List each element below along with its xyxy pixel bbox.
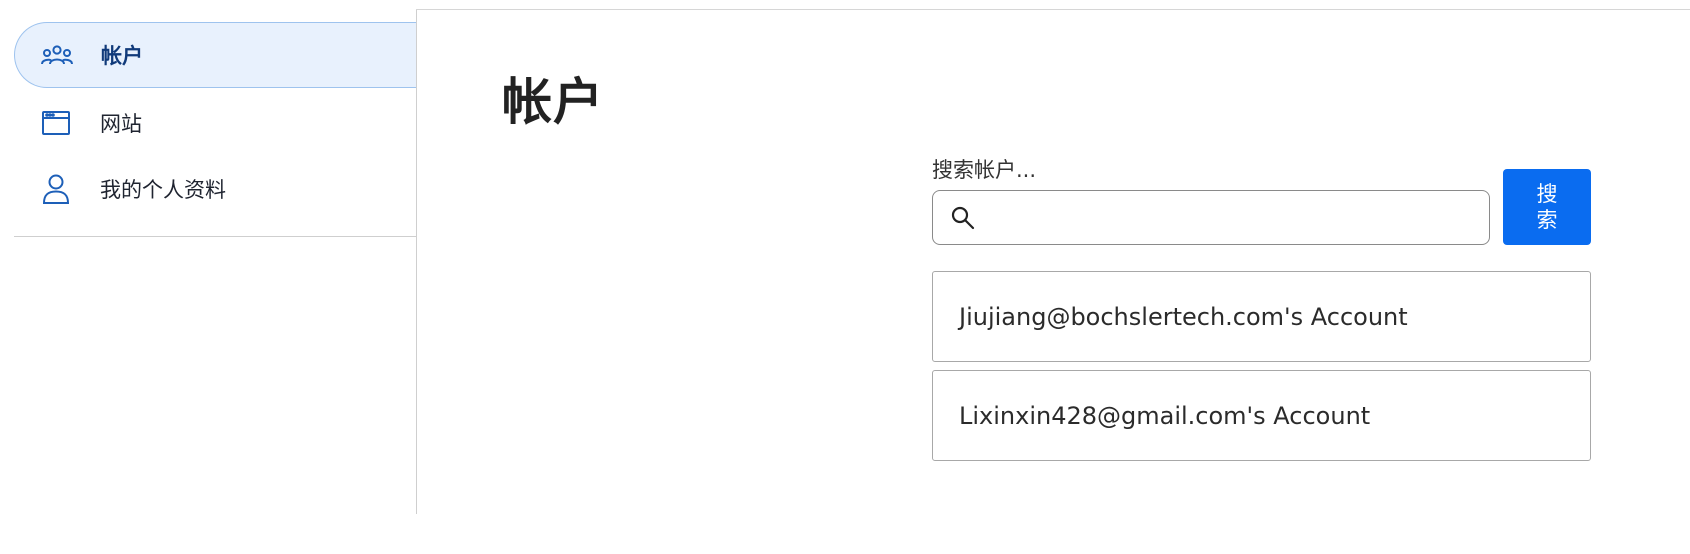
account-list-item[interactable]: Lixinxin428@gmail.com's Account <box>932 370 1591 461</box>
search-button[interactable]: 搜索 <box>1503 169 1591 245</box>
sidebar-item-label: 我的个人资料 <box>100 178 226 202</box>
sidebar-item-my-profile[interactable]: 我的个人资料 <box>14 156 417 222</box>
sidebar-item-label: 网站 <box>100 112 142 136</box>
sidebar-divider <box>416 10 417 514</box>
sidebar-item-label: 帐户 <box>101 44 143 68</box>
users-icon <box>41 39 73 71</box>
browser-window-icon <box>40 107 72 139</box>
search-icon <box>949 204 977 232</box>
person-icon <box>40 173 72 205</box>
page-title: 帐户 <box>502 73 604 131</box>
sidebar-item-accounts[interactable]: 帐户 <box>14 22 417 88</box>
search-label: 搜索帐户... <box>932 158 1037 182</box>
account-list-item[interactable]: Jiujiang@bochslertech.com's Account <box>932 271 1591 362</box>
top-divider <box>416 9 1690 10</box>
sidebar-item-websites[interactable]: 网站 <box>14 90 417 156</box>
search-input[interactable] <box>989 199 1479 237</box>
search-field[interactable] <box>932 190 1490 245</box>
sidebar: 帐户 网站 我的个人资料 <box>14 22 417 237</box>
